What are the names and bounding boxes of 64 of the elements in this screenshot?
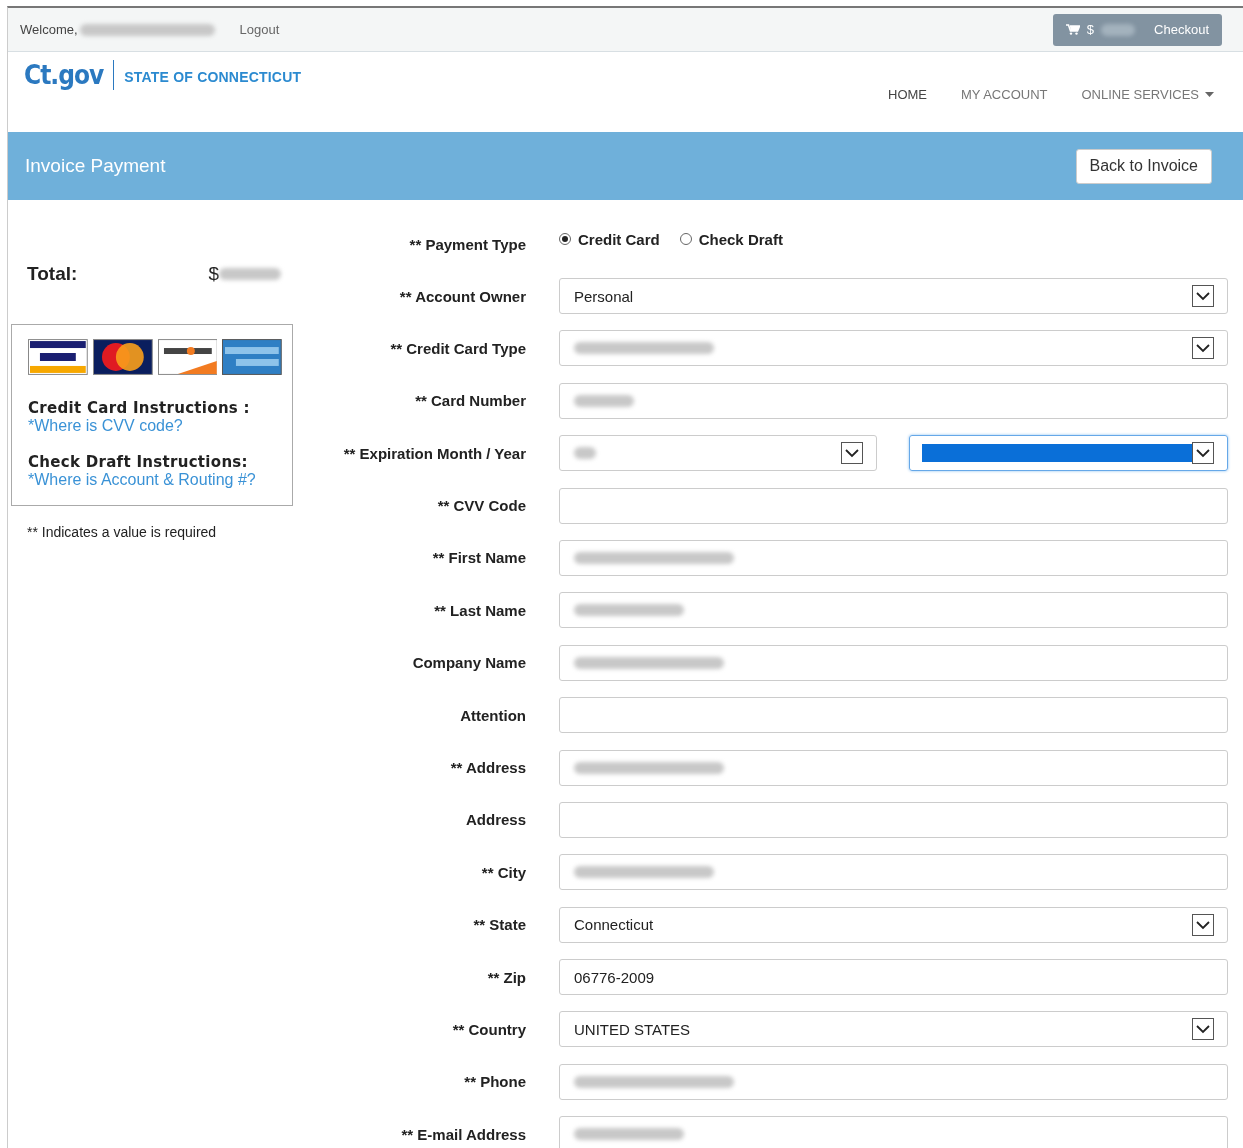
field-label: ** Last Name [433,601,526,619]
field-label: ** Account Owner [398,287,526,305]
card-logo-icon [92,339,153,375]
select-field[interactable]: Personal [559,278,1228,314]
field-label: ** Country [451,1020,526,1038]
total-currency: $ [208,263,219,285]
select-field[interactable] [559,330,1228,367]
caret-icon [1205,91,1214,97]
select-field[interactable] [909,435,1228,472]
field-label: ** City [480,863,526,881]
instructions-heading: Check Draft Instructions: [28,453,249,471]
total-label: Total: [27,263,79,285]
input-field[interactable] [559,854,1228,891]
radio-option[interactable]: Credit Card [559,230,660,248]
page-title: Invoice Payment [25,155,166,177]
field-label: ** Payment Type [408,235,526,253]
dropdown-icon [1192,442,1214,465]
dropdown-icon [1192,1018,1214,1041]
instructions-heading: Credit Card Instructions : [28,399,251,417]
select-field[interactable]: Connecticut [559,906,1228,943]
field-label: ** Credit Card Type [389,339,526,357]
field-label: ** First Name [431,549,526,567]
select-field[interactable] [559,435,877,472]
field-label: ** Expiration Month / Year [342,444,526,462]
input-field[interactable] [559,539,1228,576]
field-label: Address [464,811,526,829]
card-logo-icon [157,339,218,375]
field-label: ** CVV Code [436,497,526,515]
field-label: ** State [472,916,526,934]
card-logo-icon [28,339,88,375]
required-note: ** Indicates a value is required [27,524,218,540]
input-field[interactable] [559,1063,1228,1100]
site-name[interactable]: STATE OF CONNECTICUT [124,69,302,85]
field-label: Company Name [411,654,526,672]
field-label: ** E-mail Address [400,1125,526,1143]
nav-link[interactable]: MY ACCOUNT [961,86,1048,102]
dropdown-icon [1192,337,1214,360]
field-label: ** Card Number [414,392,526,410]
input-field[interactable] [559,644,1228,681]
input-field[interactable] [559,1116,1228,1148]
nav-link[interactable]: HOME [888,86,928,102]
logout-link[interactable]: Logout [239,22,280,37]
dropdown-icon [1192,913,1214,936]
back-button[interactable]: Back to Invoice [1075,148,1212,184]
field-label: Attention [459,706,526,724]
input-field[interactable]: 06776-2009 [559,959,1228,996]
input-field[interactable] [559,592,1228,629]
radio-option[interactable]: Check Draft [679,230,783,248]
cart-icon [1065,24,1080,35]
input-field[interactable] [559,487,1228,524]
nav-link[interactable]: ONLINE SERVICES [1081,86,1214,102]
card-logo-icon [222,339,282,375]
field-label: ** Address [449,759,526,776]
input-field[interactable] [559,382,1228,419]
field-label: ** Phone [463,1073,526,1091]
site-logo[interactable]: Ct.gov [24,60,115,90]
dropdown-icon [1192,285,1214,307]
input-field[interactable] [559,801,1228,838]
welcome-text: Welcome, [20,22,78,37]
input-field[interactable] [559,749,1228,786]
dropdown-icon [841,442,863,465]
field-label: ** Zip [486,968,526,986]
input-field[interactable] [559,697,1228,734]
select-field[interactable]: UNITED STATES [559,1011,1228,1048]
